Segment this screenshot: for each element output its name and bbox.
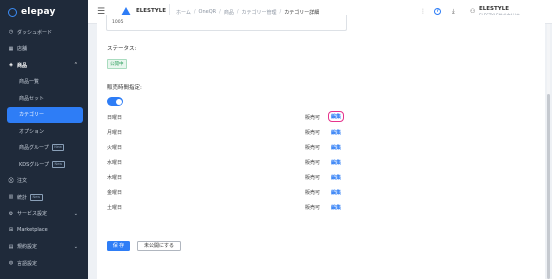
day-name: 土曜日 — [107, 205, 123, 211]
day-name: 日曜日 — [107, 115, 123, 121]
edit-link-sunday[interactable]: 編集 — [327, 111, 345, 122]
sidebar-item-category[interactable]: カテゴリー — [7, 106, 83, 123]
day-row-monday: 月曜日 販売可 編集 — [107, 128, 407, 140]
elepay-logo-icon — [8, 7, 17, 17]
sidebar-item-dashboard[interactable]: ◷ ダッシュボード — [0, 24, 88, 41]
day-name: 水曜日 — [107, 160, 123, 166]
sidebar-item-label: ダッシュボード — [17, 29, 53, 36]
sidebar-item-product-group[interactable]: 商品グループ New — [0, 140, 88, 157]
chart-icon: ▥ — [8, 194, 14, 201]
day-name: 木曜日 — [107, 175, 123, 181]
new-badge: New — [51, 144, 65, 152]
sidebar-item-service-settings[interactable]: ⚙ サービス設定 ⌄ — [0, 206, 88, 223]
edit-link-tuesday[interactable]: 編集 — [331, 144, 341, 151]
day-name: 金曜日 — [107, 190, 123, 196]
day-status: 販売可 — [305, 130, 321, 136]
sidebar-item-label: カテゴリー — [19, 112, 45, 119]
day-status: 販売可 — [305, 160, 321, 166]
sidebar-item-options[interactable]: オプション — [0, 123, 88, 140]
scrollbar-thumb[interactable] — [547, 94, 550, 279]
status-badge: 公開中 — [107, 59, 127, 69]
edit-link-saturday[interactable]: 編集 — [331, 204, 341, 211]
sidebar-item-product-list[interactable]: 商品一覧 — [0, 74, 88, 91]
sidebar-item-label: 店舗 — [17, 46, 28, 53]
day-status: 販売可 — [305, 190, 321, 196]
sku-field[interactable]: 1005 — [106, 15, 347, 31]
day-name: 火曜日 — [107, 145, 123, 151]
cart-icon: ⛒ — [8, 177, 14, 184]
day-status: 販売可 — [305, 115, 321, 121]
save-button[interactable]: 保 存 — [107, 241, 130, 251]
sidebar-item-orders[interactable]: ⛒ 注文 — [0, 173, 88, 190]
chevron-down-icon: ⌄ — [73, 210, 78, 217]
sidebar-item-marketplace[interactable]: ⊞ Marketplace — [0, 222, 88, 239]
sidebar-item-label: 統計 — [17, 194, 28, 201]
day-status: 販売可 — [305, 145, 321, 151]
user-icon[interactable]: ⚇ — [470, 8, 475, 15]
day-row-sunday: 日曜日 販売可 編集 — [107, 111, 407, 125]
sidebar-item-label: 商品セット — [19, 95, 45, 102]
sales-time-label: 販売時間指定: — [107, 85, 142, 91]
day-row-friday: 金曜日 販売可 編集 — [107, 188, 407, 200]
sales-time-toggle[interactable] — [107, 97, 123, 106]
app-logo[interactable]: elepay — [0, 0, 88, 24]
sidebar-item-label: Marketplace — [17, 227, 48, 234]
sidebar-item-label: オプション — [19, 128, 45, 135]
day-row-saturday: 土曜日 販売可 編集 — [107, 203, 407, 215]
new-badge: New — [52, 160, 65, 168]
edit-link-friday[interactable]: 編集 — [331, 189, 341, 196]
edit-link-thursday[interactable]: 編集 — [331, 174, 341, 181]
edit-link-monday[interactable]: 編集 — [331, 129, 341, 136]
tag-icon: ◈ — [9, 62, 13, 69]
day-status: 販売可 — [305, 175, 321, 181]
store-icon: ▦ — [8, 45, 14, 52]
sidebar-item-label: サービス設定 — [17, 211, 48, 218]
unpublish-button[interactable]: 未公開にする — [137, 241, 181, 251]
grid-icon: ⊞ — [8, 227, 14, 234]
user-name[interactable]: ELESTYLE — [479, 6, 509, 12]
info-icon[interactable]: ⋮ — [420, 8, 426, 15]
sidebar-item-label: 規約設定 — [17, 244, 38, 251]
sidebar-item-store[interactable]: ▦ 店舗 — [0, 41, 88, 58]
day-row-thursday: 木曜日 販売可 編集 — [107, 173, 407, 185]
edit-link-wednesday[interactable]: 編集 — [331, 159, 341, 166]
app-name: elepay — [21, 7, 56, 17]
day-row-wednesday: 水曜日 販売可 編集 — [107, 158, 407, 170]
sidebar-item-label: KDSグループ — [19, 161, 50, 168]
sidebar-nav: ◷ ダッシュボード ▦ 店舗 ◈ 商品 ⌃ 商品一覧 商品セット カテゴリー オ… — [0, 24, 88, 272]
store-name[interactable]: ELESTYLE — [136, 8, 166, 14]
sidebar-item-label: 言語設定 — [17, 260, 38, 267]
globe-icon: ◍ — [8, 260, 14, 267]
sidebar-item-products[interactable]: ◈ 商品 ⌃ — [0, 57, 88, 74]
status-label: ステータス: — [107, 46, 137, 52]
sidebar-item-terms[interactable]: ▤ 規約設定 ⌄ — [0, 239, 88, 256]
new-badge: New — [30, 193, 43, 201]
day-name: 月曜日 — [107, 130, 123, 136]
document-icon: ▤ — [8, 243, 14, 250]
sidebar-item-stats[interactable]: ▥ 統計 New — [0, 189, 88, 206]
scrollbar[interactable] — [547, 24, 550, 279]
day-status: 販売可 — [305, 205, 321, 211]
sidebar-item-label: 商品グループ — [19, 145, 49, 152]
sidebar-item-kds-group[interactable]: KDSグループ New — [0, 156, 88, 173]
sidebar-item-label: 商品一覧 — [19, 79, 40, 86]
sidebar: elepay ◷ ダッシュボード ▦ 店舗 ◈ 商品 ⌃ 商品一覧 商品セット … — [0, 0, 88, 279]
sidebar-item-language[interactable]: ◍ 言語設定 — [0, 255, 88, 272]
help-icon[interactable]: ? — [434, 8, 441, 15]
category-detail-card: 1005 ステータス: 公開中 販売時間指定: 日曜日 販売可 編集 月曜日 販… — [97, 15, 545, 279]
gear-icon: ⚙ — [8, 210, 14, 217]
chevron-down-icon: ⌄ — [73, 243, 78, 250]
sidebar-item-label: 商品 — [17, 62, 28, 69]
day-row-tuesday: 火曜日 販売可 編集 — [107, 143, 407, 155]
clock-icon: ◷ — [8, 29, 14, 36]
sidebar-item-label: 注文 — [17, 178, 28, 185]
chevron-up-icon: ⌃ — [73, 62, 78, 69]
sidebar-item-product-set[interactable]: 商品セット — [0, 90, 88, 107]
